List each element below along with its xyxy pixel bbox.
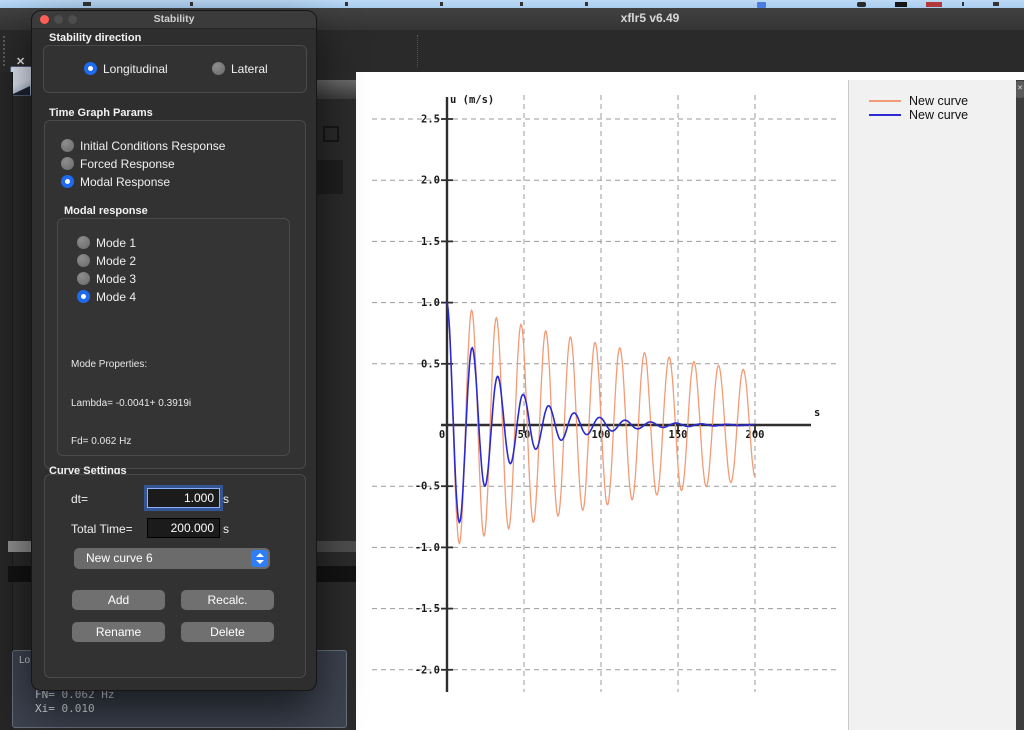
- legend-label: New curve: [909, 108, 969, 122]
- right-dock-strip: [1016, 80, 1024, 730]
- output-partial-label: Lo: [19, 655, 31, 666]
- svg-text:1.0: 1.0: [421, 297, 440, 309]
- airfoil-design-icon[interactable]: [10, 66, 33, 96]
- radio-label: Initial Conditions Response: [80, 139, 226, 153]
- menubar-glyph: [962, 2, 964, 6]
- dock-widget-fragment: [315, 160, 343, 194]
- curve-select-dropdown[interactable]: New curve 6: [74, 548, 270, 569]
- dock-header: [315, 80, 356, 99]
- legend-entry[interactable]: New curve: [849, 94, 1017, 108]
- radio-dot: [77, 272, 90, 285]
- svg-text:-1.0: -1.0: [415, 542, 440, 554]
- svg-text:150: 150: [669, 429, 688, 441]
- svg-text:2.0: 2.0: [421, 175, 440, 187]
- menubar-glyph: [190, 2, 193, 6]
- menubar-icon: [895, 2, 907, 7]
- curve-select-value: New curve 6: [86, 551, 153, 565]
- dt-input[interactable]: [147, 488, 220, 508]
- radio-dot: [84, 62, 97, 75]
- time-response-chart[interactable]: 2.5 2.0 1.5 1.0 0.5 -0.5 -1.0 -1.5 -2.0 0 50 100 150…: [356, 72, 848, 730]
- legend-line-blue: [869, 114, 901, 116]
- menubar-glyph: [585, 2, 588, 6]
- radio-label: Forced Response: [80, 157, 175, 171]
- total-time-input[interactable]: [147, 518, 220, 538]
- menubar-icon: [857, 2, 866, 7]
- toolbar-separator: [417, 35, 418, 67]
- toolbar-drag-handle[interactable]: [3, 36, 5, 66]
- menubar-glyph: [520, 2, 523, 6]
- svg-text:u (m/s): u (m/s): [450, 94, 494, 106]
- legend-line-orange: [869, 100, 901, 102]
- close-icon[interactable]: ✕: [16, 55, 25, 68]
- stability-direction-group: Longitudinal Lateral: [43, 45, 307, 93]
- dialog-titlebar[interactable]: Stability: [32, 11, 316, 29]
- dock-float-icon[interactable]: [323, 126, 339, 142]
- dt-unit: s: [223, 492, 229, 506]
- menubar-glyph: [345, 2, 348, 6]
- radio-label: Mode 2: [96, 254, 137, 268]
- legend-panel: New curve New curve: [848, 80, 1017, 730]
- recalc-button[interactable]: Recalc.: [181, 590, 274, 610]
- screen: xflr5 v6.49 ✕ Lo FN= 0.062 Hz Xi= 0.010 …: [0, 0, 1024, 730]
- radio-dot: [212, 62, 225, 75]
- legend-top-gap: [848, 72, 1024, 80]
- hidden-widget-fragment: [8, 566, 31, 582]
- time-graph-params-label: Time Graph Params: [49, 107, 153, 119]
- radio-label: Mode 3: [96, 272, 137, 286]
- menubar-glyph: [993, 2, 999, 6]
- svg-text:200: 200: [746, 429, 765, 441]
- radio-dot: [61, 139, 74, 152]
- chart-canvas[interactable]: 2.52.01.51.00.5-0.5-1.0-1.5-2.00 50 100 150…: [356, 72, 848, 730]
- legend-label: New curve: [909, 94, 969, 108]
- radio-dot: [77, 236, 90, 249]
- dt-label: dt=: [71, 492, 89, 506]
- svg-text:-1.5: -1.5: [415, 603, 440, 615]
- rename-button[interactable]: Rename: [72, 622, 165, 642]
- radio-label: Mode 4: [96, 290, 137, 304]
- left-dock-edge: [0, 72, 13, 730]
- menubar-glyph: [83, 2, 91, 6]
- radio-label: Lateral: [231, 62, 268, 76]
- radio-label: Modal Response: [80, 175, 171, 189]
- hidden-widget-fragment: [315, 541, 356, 552]
- radio-dot: [61, 157, 74, 170]
- add-button[interactable]: Add: [72, 590, 165, 610]
- legend-entry[interactable]: New curve: [849, 108, 1017, 122]
- svg-text:-2.0: -2.0: [415, 664, 440, 676]
- macos-menubar: [0, 0, 1024, 8]
- dialog-title: Stability: [153, 13, 195, 25]
- radio-label: Longitudinal: [103, 62, 168, 76]
- modal-response-label: Modal response: [64, 205, 148, 217]
- hidden-widget-fragment: [8, 541, 31, 552]
- total-time-unit: s: [223, 522, 229, 536]
- radio-dot: [77, 254, 90, 267]
- menubar-glyph: [440, 2, 443, 6]
- svg-text:-0.5: -0.5: [415, 481, 440, 493]
- menubar-icon: [926, 2, 942, 7]
- total-time-label: Total Time=: [71, 522, 133, 536]
- hidden-widget-fragment: [315, 566, 356, 582]
- svg-text:0.5: 0.5: [421, 358, 440, 370]
- svg-text:s: s: [814, 407, 820, 419]
- dropdown-stepper-icon: [251, 550, 268, 567]
- svg-text:1.5: 1.5: [421, 236, 440, 248]
- radio-dot: [61, 175, 74, 188]
- radio-label: Mode 1: [96, 236, 137, 250]
- stability-direction-label: Stability direction: [49, 32, 142, 44]
- dock-close-tab-icon[interactable]: ✕: [1016, 81, 1024, 98]
- window-title: xflr5 v6.49: [620, 11, 680, 25]
- delete-button[interactable]: Delete: [181, 622, 274, 642]
- svg-text:0: 0: [439, 429, 445, 441]
- svg-text:2.5: 2.5: [421, 114, 440, 126]
- stability-dialog: Stability Stability direction Longitudin…: [31, 10, 317, 691]
- radio-dot: [77, 290, 90, 303]
